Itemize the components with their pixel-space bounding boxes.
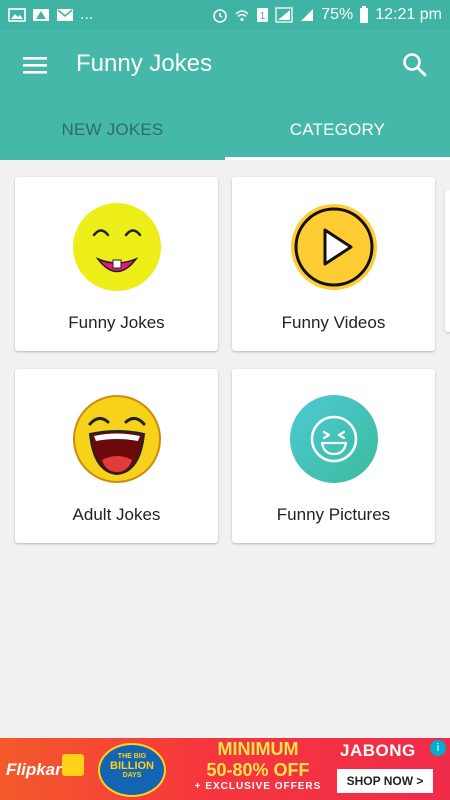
search-button[interactable] (400, 50, 430, 80)
category-card-funny-videos[interactable]: Funny Videos (232, 177, 435, 351)
category-card-adult-jokes[interactable]: Adult Jokes (15, 369, 218, 543)
category-label: Funny Pictures (276, 505, 391, 524)
ad-banner[interactable]: Flipkart THE BIG BILLION DAYS MINIMUM 50… (0, 738, 450, 800)
status-more: ... (80, 6, 94, 23)
ad-badge-line3: DAYS (122, 772, 142, 779)
ad-badge-line2: BILLION (110, 760, 154, 772)
toolbar: Funny Jokes (0, 30, 450, 100)
battery-percent: 75% (321, 6, 354, 23)
play-button-icon (291, 204, 377, 290)
category-card-funny-pictures[interactable]: Funny Pictures (232, 369, 435, 543)
ad-offer: MINIMUM 50-80% OFF + EXCLUSIVE OFFERS (188, 738, 328, 792)
tab-bar: NEW JOKES CATEGORY (0, 100, 450, 160)
battery-icon (359, 6, 369, 24)
svg-text:1: 1 (260, 11, 266, 22)
app-bar: Funny Jokes NEW JOKES CATEGORY (0, 30, 450, 160)
sim-icon: 1 (256, 7, 269, 23)
ad-info-icon[interactable]: i (430, 740, 446, 756)
search-icon (403, 53, 427, 77)
app-title: Funny Jokes (76, 50, 213, 77)
status-time: 12:21 pm (375, 6, 442, 23)
ad-brand-right: JABONG (340, 741, 416, 760)
status-bar: ... 1 75% 12:21 pm (0, 0, 450, 30)
ad-offer-line3: + EXCLUSIVE OFFERS (194, 781, 322, 792)
tab-new-jokes[interactable]: NEW JOKES (0, 100, 225, 160)
partial-card-edge (445, 190, 450, 332)
ad-badge: THE BIG BILLION DAYS (98, 743, 166, 797)
ad-badge-line1: THE BIG (117, 753, 147, 760)
smiley-face-icon (73, 203, 161, 291)
category-card-funny-jokes[interactable]: Funny Jokes (15, 177, 218, 351)
tab-category[interactable]: CATEGORY (225, 100, 450, 160)
signal-strength-icon (299, 7, 315, 23)
signal-icon (275, 7, 293, 23)
category-label: Adult Jokes (72, 505, 161, 524)
laughing-face-icon (73, 395, 161, 483)
alarm-icon (212, 7, 228, 23)
ad-offer-line1: MINIMUM (217, 739, 299, 759)
drive-icon (32, 8, 50, 22)
hamburger-menu-icon (23, 57, 47, 74)
wifi-icon (234, 7, 250, 23)
ad-brand-left: Flipkart (6, 760, 68, 779)
ad-shop-now-button[interactable]: SHOP NOW > (337, 769, 433, 793)
gallery-icon (8, 8, 26, 22)
category-label: Funny Jokes (68, 313, 165, 332)
mail-icon (56, 8, 74, 22)
category-label: Funny Videos (281, 313, 386, 332)
laughing-emoji-icon (290, 395, 378, 483)
menu-button[interactable] (20, 50, 50, 80)
ad-offer-line2: 50-80% OFF (206, 760, 310, 780)
shopping-bag-icon (62, 754, 84, 776)
